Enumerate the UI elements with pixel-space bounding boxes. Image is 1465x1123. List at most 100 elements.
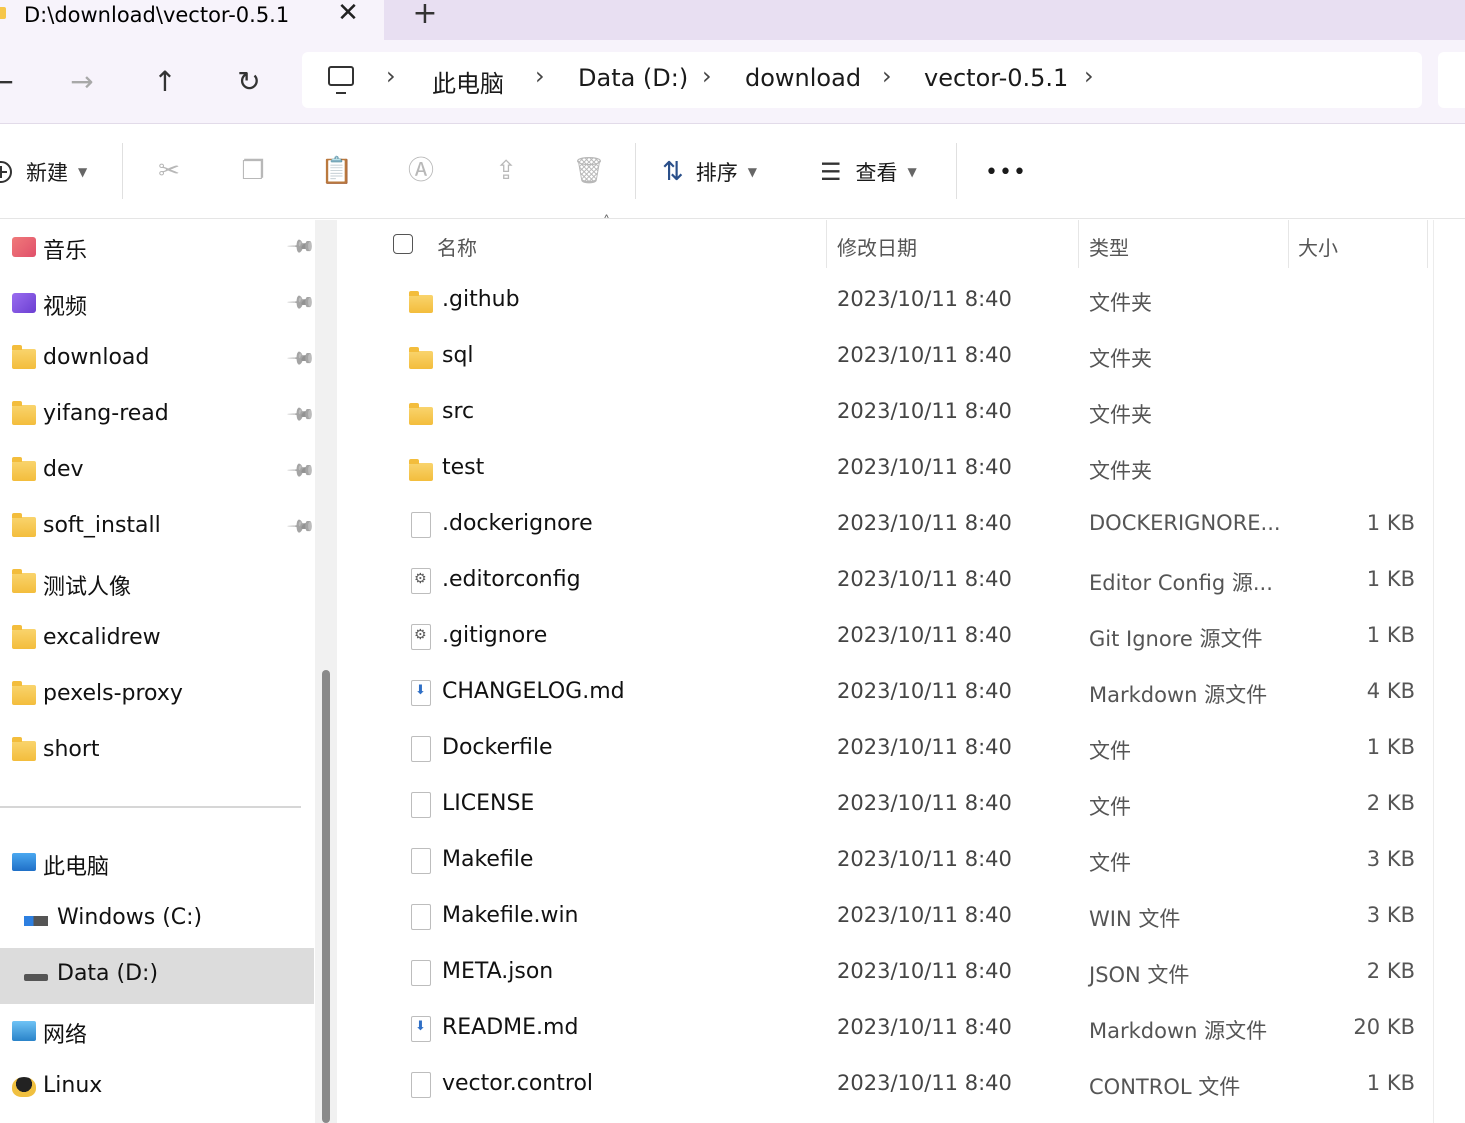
- column-divider[interactable]: [1078, 220, 1079, 268]
- file-row[interactable]: test 2023/10/11 8:40 文件夹: [345, 443, 1430, 499]
- video-folder-icon: [12, 293, 36, 313]
- share-icon[interactable]: ⇪: [488, 153, 524, 189]
- up-button[interactable]: ↑: [143, 62, 187, 102]
- cut-icon[interactable]: ✂: [151, 153, 187, 189]
- sidebar-item[interactable]: dev 📌: [0, 444, 317, 500]
- file-date: 2023/10/11 8:40: [837, 399, 1012, 423]
- file-row[interactable]: README.md 2023/10/11 8:40 Markdown 源文件 20 K…: [345, 1003, 1430, 1059]
- breadcrumb-separator[interactable]: ›: [1084, 62, 1094, 90]
- breadcrumb-separator[interactable]: ›: [882, 62, 892, 90]
- file-row[interactable]: META.json 2023/10/11 8:40 JSON 文件 2 KB: [345, 947, 1430, 1003]
- file-name: Dockerfile: [442, 735, 553, 760]
- file-row[interactable]: Makefile 2023/10/11 8:40 文件 3 KB: [345, 835, 1430, 891]
- tab-current-folder[interactable]: D:\download\vector-0.5.1 ✕: [0, 0, 384, 40]
- pin-icon[interactable]: 📌: [286, 231, 317, 262]
- column-divider[interactable]: [826, 220, 827, 268]
- tab-title: D:\download\vector-0.5.1: [24, 3, 290, 27]
- scrollbar-thumb[interactable]: [322, 670, 330, 1123]
- sidebar-item[interactable]: excalidrew: [0, 612, 314, 668]
- file-date: 2023/10/11 8:40: [837, 567, 1012, 591]
- column-size[interactable]: 大小: [1298, 232, 1338, 261]
- refresh-button[interactable]: ↻: [227, 62, 271, 102]
- folder-icon: [12, 569, 36, 593]
- file-row[interactable]: Makefile.win 2023/10/11 8:40 WIN 文件 3 KB: [345, 891, 1430, 947]
- computer-icon[interactable]: [328, 66, 354, 94]
- file-name: vector.control: [442, 1071, 594, 1096]
- folder-icon: [0, 7, 6, 19]
- sidebar-item[interactable]: 视频 📌: [0, 276, 317, 332]
- file-date: 2023/10/11 8:40: [837, 679, 1012, 703]
- back-button[interactable]: ←: [0, 62, 24, 102]
- sidebar-item[interactable]: 此电脑: [0, 836, 314, 892]
- more-options-button[interactable]: •••: [985, 155, 1027, 189]
- breadcrumb-separator[interactable]: ›: [386, 62, 396, 90]
- file-row[interactable]: .github 2023/10/11 8:40 文件夹: [345, 275, 1430, 331]
- search-box[interactable]: [1438, 52, 1465, 108]
- pin-icon[interactable]: 📌: [286, 399, 317, 430]
- address-bar[interactable]: › 此电脑 › Data (D:) › download › vector-0.…: [302, 52, 1422, 108]
- paste-icon[interactable]: 📋: [319, 153, 355, 189]
- file-date: 2023/10/11 8:40: [837, 1015, 1012, 1039]
- rename-icon[interactable]: Ⓐ: [403, 153, 439, 189]
- list-edge: [1433, 220, 1434, 1123]
- pin-icon[interactable]: 📌: [286, 287, 317, 318]
- breadcrumb-separator[interactable]: ›: [702, 62, 712, 90]
- file-size: 20 KB: [1353, 1015, 1415, 1039]
- file-name: sql: [442, 343, 474, 368]
- breadcrumb-data-drive[interactable]: Data (D:): [578, 64, 688, 92]
- file-row[interactable]: .dockerignore 2023/10/11 8:40 DOCKERIGNORE…: [345, 499, 1430, 555]
- sidebar-item[interactable]: 网络: [0, 1004, 314, 1060]
- column-name[interactable]: 名称: [437, 232, 477, 261]
- sidebar-item[interactable]: soft_install 📌: [0, 500, 317, 556]
- computer-icon: [12, 853, 36, 871]
- folder-icon: [409, 347, 433, 369]
- pin-icon[interactable]: 📌: [286, 343, 317, 374]
- sidebar-item[interactable]: 测试人像: [0, 556, 314, 612]
- sidebar-item-label: short: [43, 737, 100, 762]
- column-date[interactable]: 修改日期: [837, 232, 917, 261]
- column-type[interactable]: 类型: [1089, 232, 1129, 261]
- select-all-checkbox[interactable]: [393, 234, 413, 254]
- breadcrumb-separator[interactable]: ›: [535, 62, 545, 90]
- sidebar-item[interactable]: yifang-read 📌: [0, 388, 317, 444]
- file-name: README.md: [442, 1015, 579, 1040]
- pin-icon[interactable]: 📌: [286, 511, 317, 542]
- forward-button[interactable]: →: [60, 62, 104, 102]
- column-divider[interactable]: [1288, 220, 1289, 268]
- new-tab-button[interactable]: +: [410, 0, 440, 30]
- folder-icon: [409, 459, 433, 481]
- breadcrumb-download[interactable]: download: [745, 64, 861, 92]
- sidebar-item[interactable]: Windows (C:): [0, 892, 314, 948]
- new-button[interactable]: 新建 ▼: [0, 155, 87, 189]
- close-tab-button[interactable]: ✕: [334, 0, 362, 28]
- sidebar-item[interactable]: download 📌: [0, 332, 317, 388]
- sidebar-item[interactable]: short: [0, 724, 314, 780]
- sidebar-scrollbar[interactable]: [315, 220, 337, 1123]
- delete-icon[interactable]: 🗑: [571, 153, 607, 189]
- sidebar-item[interactable]: pexels-proxy: [0, 668, 314, 724]
- view-button[interactable]: ☰ 查看 ▼: [820, 155, 917, 189]
- file-row[interactable]: .editorconfig 2023/10/11 8:40 Editor Confi…: [345, 555, 1430, 611]
- file-name: LICENSE: [442, 791, 535, 816]
- file-row[interactable]: CHANGELOG.md 2023/10/11 8:40 Markdown 源文件 4…: [345, 667, 1430, 723]
- new-button-label: 新建: [26, 161, 68, 185]
- file-row[interactable]: src 2023/10/11 8:40 文件夹: [345, 387, 1430, 443]
- sidebar-item[interactable]: Data (D:): [0, 948, 314, 1004]
- file-date: 2023/10/11 8:40: [837, 847, 1012, 871]
- breadcrumb-this-pc[interactable]: 此电脑: [432, 64, 504, 99]
- file-row[interactable]: sql 2023/10/11 8:40 文件夹: [345, 331, 1430, 387]
- sort-button[interactable]: ⇅ 排序 ▼: [662, 155, 757, 189]
- pin-icon[interactable]: 📌: [286, 455, 317, 486]
- file-row[interactable]: Dockerfile 2023/10/11 8:40 文件 1 KB: [345, 723, 1430, 779]
- file-row[interactable]: .gitignore 2023/10/11 8:40 Git Ignore 源文件 1…: [345, 611, 1430, 667]
- sidebar-item[interactable]: Linux: [0, 1060, 314, 1116]
- column-divider[interactable]: [1427, 220, 1428, 268]
- sidebar-item[interactable]: 音乐 📌: [0, 220, 317, 276]
- file-name: .dockerignore: [442, 511, 593, 536]
- copy-icon[interactable]: ❐: [235, 153, 271, 189]
- folder-icon: [12, 513, 36, 537]
- file-row[interactable]: vector.control 2023/10/11 8:40 CONTROL 文件 1…: [345, 1059, 1430, 1115]
- file-name: src: [442, 399, 475, 424]
- breadcrumb-vector[interactable]: vector-0.5.1: [924, 64, 1068, 92]
- file-row[interactable]: LICENSE 2023/10/11 8:40 文件 2 KB: [345, 779, 1430, 835]
